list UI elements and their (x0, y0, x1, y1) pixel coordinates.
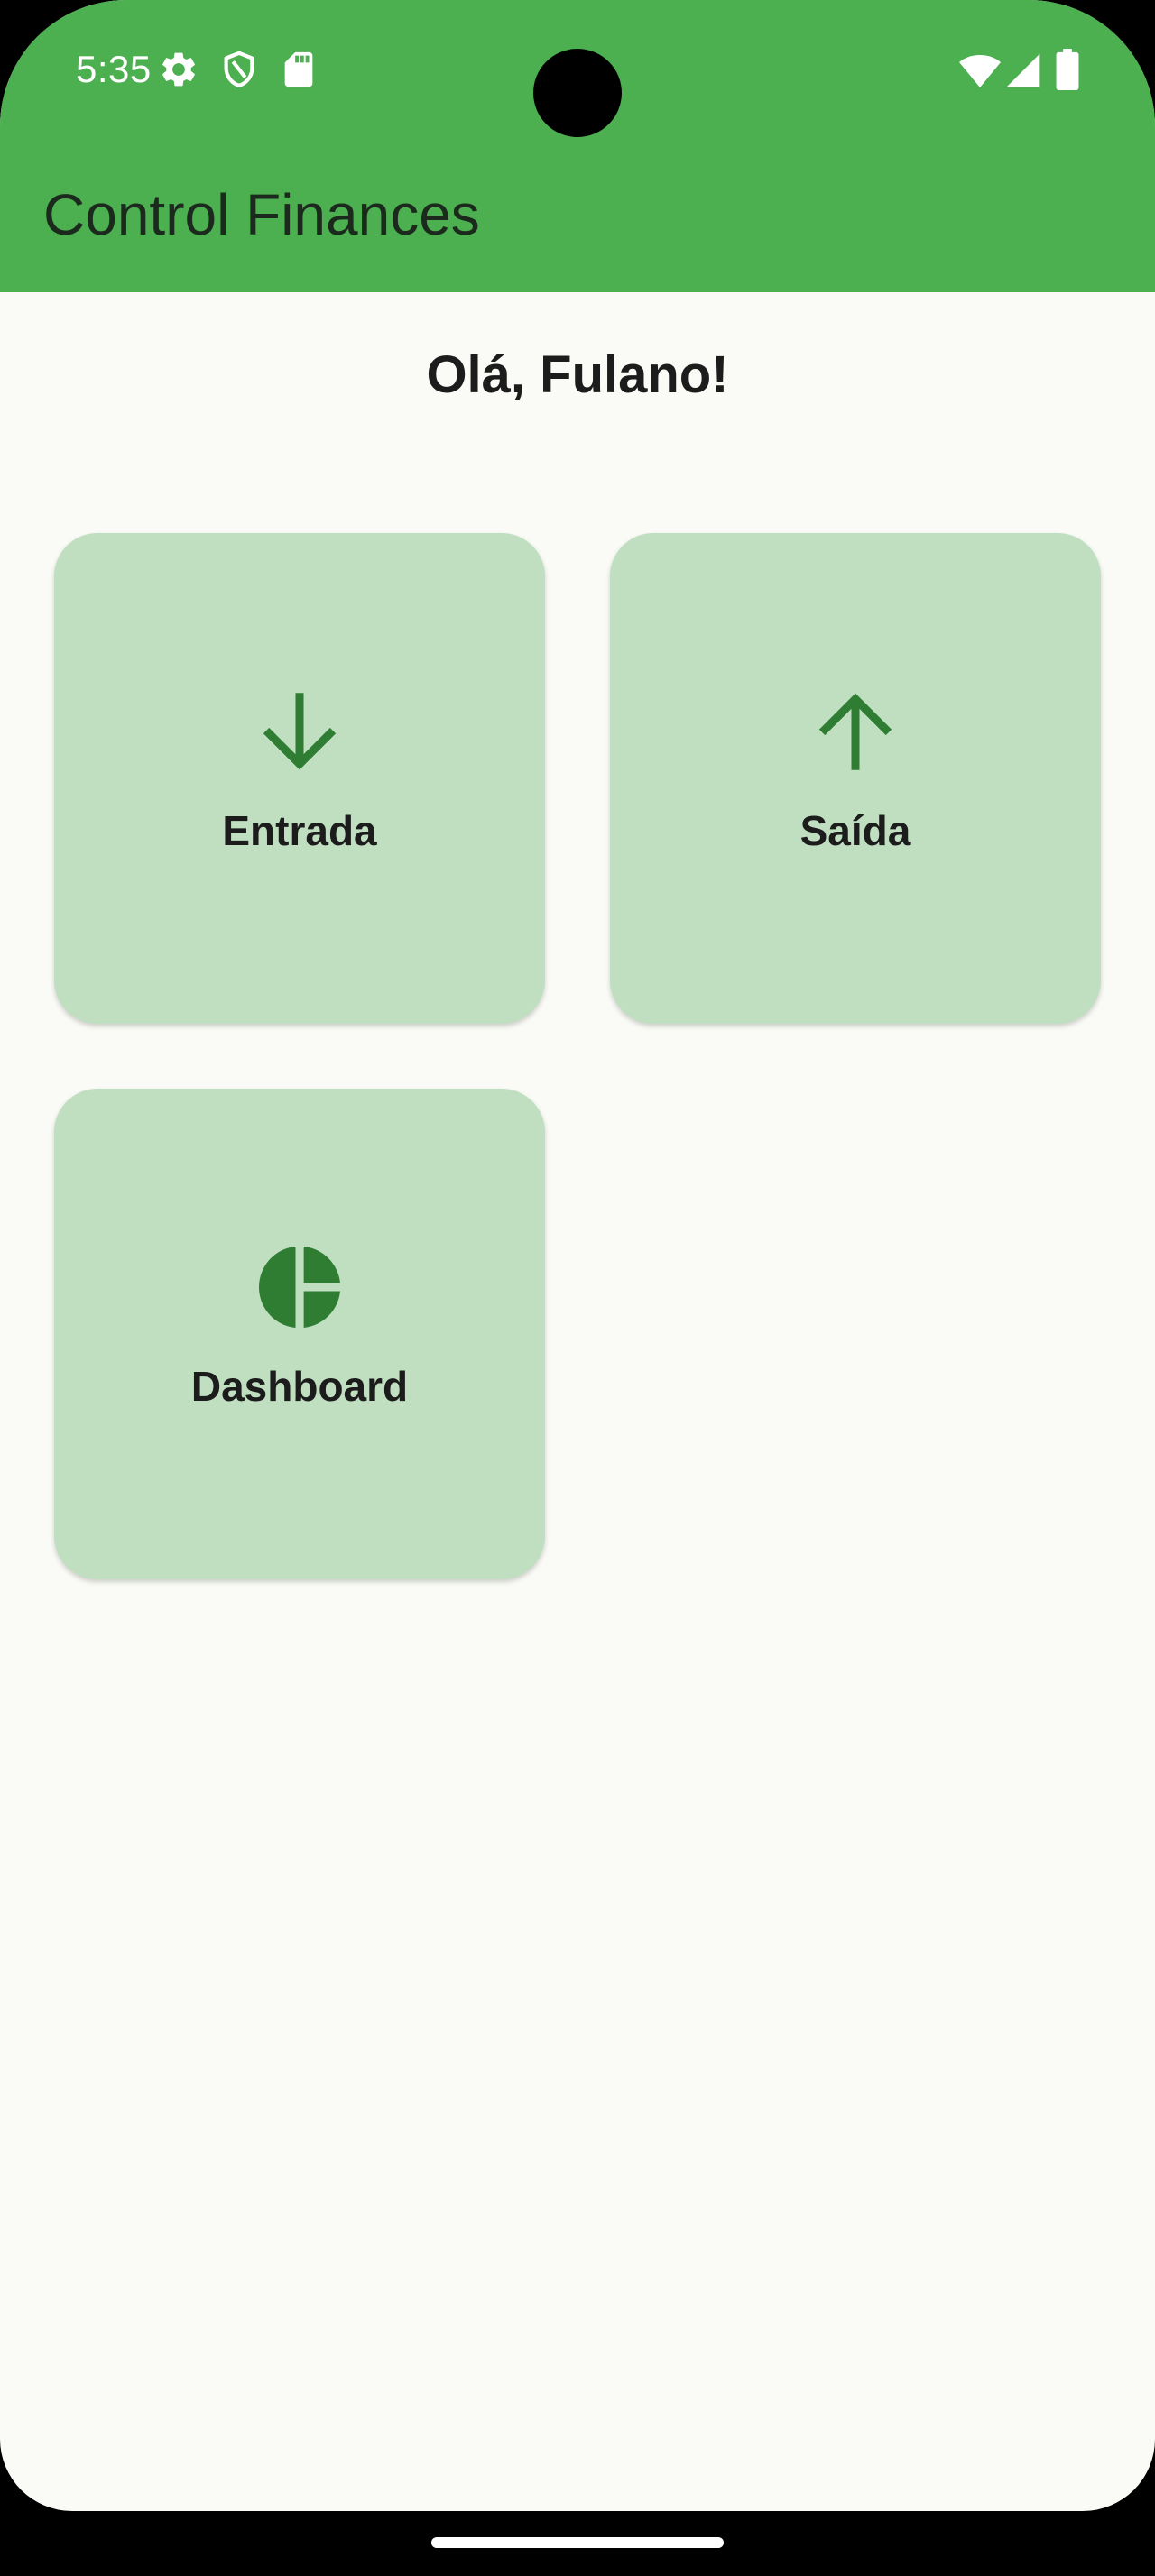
saida-card[interactable]: Saída (610, 533, 1101, 1024)
app-screen: 5:35 Control Finances Olá, Fulano! Entra… (0, 0, 1155, 2511)
gear-icon (158, 49, 199, 90)
entrada-label: Entrada (222, 807, 377, 854)
home-indicator[interactable] (431, 2537, 724, 2548)
saida-label: Saída (799, 807, 911, 854)
arrow-up-icon (807, 683, 904, 780)
signal-icon (1003, 51, 1043, 90)
dashboard-label: Dashboard (190, 1363, 409, 1410)
status-bar: 5:35 (0, 0, 1155, 144)
app-title: Control Finances (43, 182, 480, 247)
top-app-bar: 5:35 Control Finances (0, 0, 1155, 292)
entrada-card[interactable]: Entrada (54, 533, 545, 1024)
battery-icon (1054, 49, 1081, 90)
pie-chart-icon (251, 1238, 348, 1336)
camera-cutout (533, 49, 622, 137)
dashboard-card[interactable]: Dashboard (54, 1089, 545, 1579)
status-time: 5:35 (76, 48, 152, 90)
wifi-icon (958, 49, 1002, 92)
greeting-heading: Olá, Fulano! (426, 345, 729, 404)
shield-icon (218, 49, 260, 90)
arrow-down-icon (251, 683, 348, 780)
sd-card-icon (278, 49, 319, 90)
